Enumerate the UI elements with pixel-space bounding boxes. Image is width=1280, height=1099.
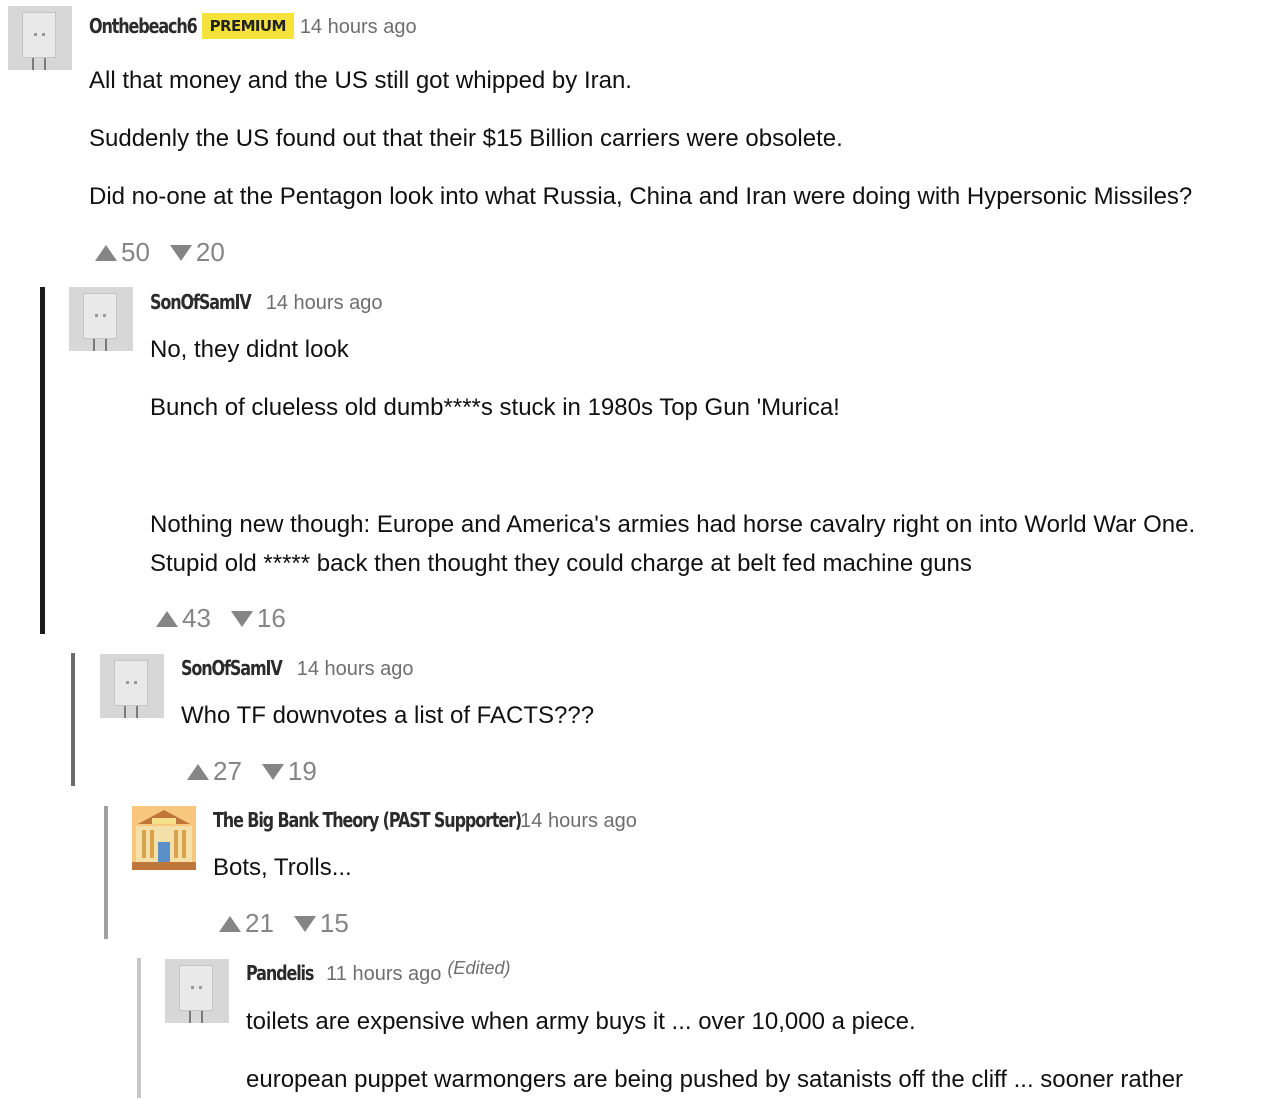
vote-controls: 50 20 bbox=[95, 237, 225, 268]
comment-text: Stupid old ***** back then thought they … bbox=[150, 550, 972, 577]
upvote-arrow-icon[interactable] bbox=[219, 915, 241, 932]
comment-text: european puppet warmongers are being pus… bbox=[246, 1066, 1184, 1093]
username[interactable]: SonOfSamIV bbox=[181, 656, 283, 680]
username[interactable]: SonOfSamIV bbox=[150, 290, 252, 314]
downvote-count: 16 bbox=[256, 603, 286, 633]
downvote-count: 15 bbox=[319, 908, 349, 938]
user-avatar[interactable] bbox=[100, 654, 164, 718]
username[interactable]: Pandelis bbox=[246, 961, 314, 985]
comment-header: SonOfSamIV 14 hours ago bbox=[150, 290, 383, 315]
comment-text: Did no-one at the Pentagon look into wha… bbox=[89, 183, 1193, 210]
timestamp: 14 hours ago bbox=[520, 810, 637, 832]
downvote-arrow-icon[interactable] bbox=[169, 244, 192, 261]
thread-line-level-4 bbox=[137, 958, 141, 1098]
default-avatar-icon bbox=[22, 12, 56, 58]
edited-label: (Edited) bbox=[447, 958, 511, 978]
default-avatar-icon bbox=[83, 293, 117, 339]
comment-text: Bunch of clueless old dumb****s stuck in… bbox=[150, 394, 840, 421]
upvote-count: 27 bbox=[213, 756, 242, 786]
comment-header: Onthebeach6 PREMIUM 14 hours ago bbox=[89, 13, 417, 41]
comment-text: Who TF downvotes a list of FACTS??? bbox=[181, 702, 595, 729]
comment-header: Pandelis 11 hours ago (Edited) bbox=[246, 958, 511, 986]
premium-badge: PREMIUM bbox=[201, 13, 294, 39]
username[interactable]: The Big Bank Theory (PAST Supporter) bbox=[213, 808, 522, 832]
comment-text: All that money and the US still got whip… bbox=[89, 67, 632, 94]
comment-header: SonOfSamIV 14 hours ago bbox=[181, 656, 414, 681]
upvote-count: 43 bbox=[182, 603, 211, 633]
vote-controls: 27 19 bbox=[187, 756, 317, 787]
user-avatar[interactable] bbox=[165, 959, 229, 1023]
downvote-arrow-icon[interactable] bbox=[261, 763, 284, 780]
comment-onthebeach6: Onthebeach6 PREMIUM 14 hours ago All tha… bbox=[0, 0, 1280, 280]
comment-text: Bots, Trolls... bbox=[213, 854, 352, 881]
user-avatar[interactable] bbox=[69, 287, 133, 351]
thread-line-level-3 bbox=[104, 806, 108, 939]
thread-line-level-2 bbox=[71, 653, 75, 786]
default-avatar-icon bbox=[179, 965, 213, 1011]
vote-controls: 21 15 bbox=[219, 908, 349, 939]
upvote-arrow-icon[interactable] bbox=[156, 610, 178, 627]
comment-text: Suddenly the US found out that their $15… bbox=[89, 125, 843, 152]
comment-pandelis: Pandelis 11 hours ago (Edited) toilets a… bbox=[0, 0, 1280, 1093]
upvote-count: 50 bbox=[121, 237, 150, 267]
default-avatar-icon bbox=[114, 660, 148, 706]
comment-text: toilets are expensive when army buys it … bbox=[246, 1008, 916, 1035]
user-avatar[interactable] bbox=[8, 6, 72, 70]
thread-line-level-1 bbox=[40, 287, 45, 634]
timestamp: 14 hours ago bbox=[299, 16, 417, 38]
upvote-count: 21 bbox=[245, 908, 274, 938]
username[interactable]: Onthebeach6 bbox=[89, 14, 198, 38]
vote-controls: 43 16 bbox=[156, 603, 286, 634]
downvote-arrow-icon[interactable] bbox=[293, 915, 316, 932]
comment-text: No, they didnt look bbox=[150, 336, 349, 363]
comment-header: The Big Bank Theory (PAST Supporter) 14 … bbox=[213, 808, 637, 833]
upvote-arrow-icon[interactable] bbox=[95, 244, 117, 261]
downvote-count: 20 bbox=[195, 237, 225, 267]
downvote-arrow-icon[interactable] bbox=[230, 610, 253, 627]
downvote-count: 19 bbox=[287, 756, 317, 786]
comment-text: Nothing new though: Europe and America's… bbox=[150, 511, 1196, 538]
bank-avatar-icon[interactable] bbox=[132, 806, 196, 870]
timestamp: 14 hours ago bbox=[265, 292, 383, 314]
upvote-arrow-icon[interactable] bbox=[187, 763, 209, 780]
timestamp: 11 hours ago bbox=[326, 963, 442, 985]
timestamp: 14 hours ago bbox=[296, 658, 414, 680]
